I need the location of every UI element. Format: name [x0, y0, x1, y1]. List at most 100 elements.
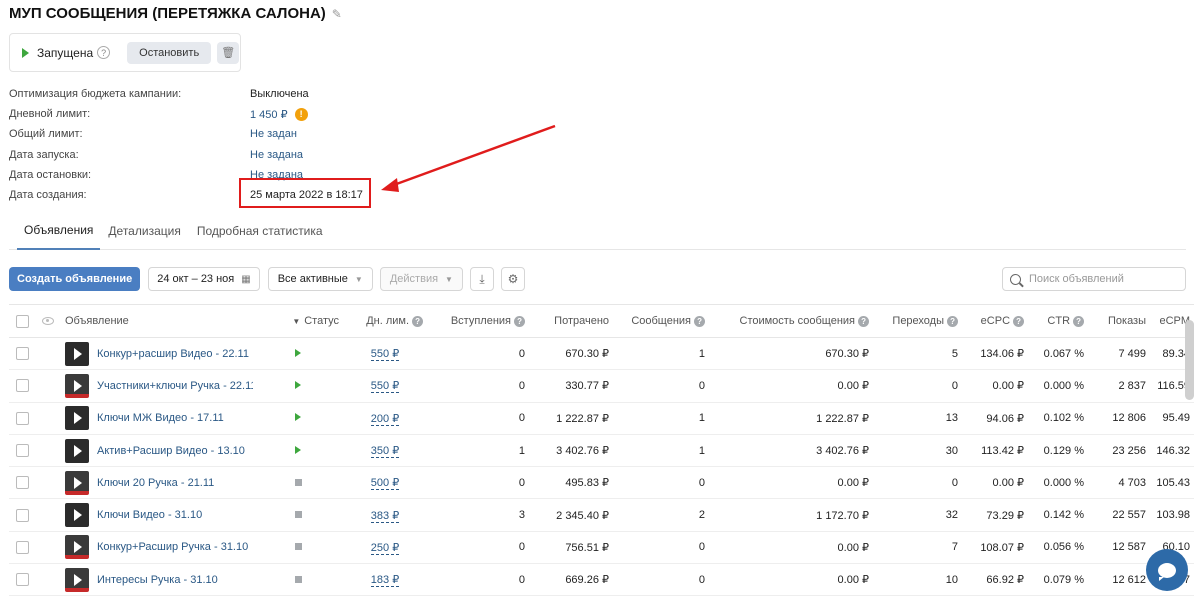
- table-row: Участники+ключи Ручка - 22.11 550 ₽0 330.7…: [9, 369, 1195, 403]
- row-clicks: 0: [873, 466, 963, 500]
- chat-button[interactable]: [1146, 549, 1188, 591]
- help-icon[interactable]: ?: [858, 315, 870, 327]
- col-ecpc[interactable]: eCPC?: [962, 304, 1029, 338]
- ad-thumbnail[interactable]: [65, 341, 89, 366]
- ad-thumbnail[interactable]: [65, 503, 89, 528]
- create-ad-button[interactable]: Создать объявление: [9, 267, 141, 291]
- col-daily-limit[interactable]: Дн. лим.?: [343, 304, 428, 338]
- row-checkbox[interactable]: [15, 476, 29, 490]
- ad-name-link[interactable]: Конкур+расшир Видео - 22.11: [97, 348, 249, 360]
- ad-thumbnail[interactable]: [65, 406, 89, 431]
- row-ctr: 0.129 %: [1028, 434, 1089, 468]
- tab-detailing[interactable]: Детализация: [100, 212, 188, 250]
- tab-detailed-stats[interactable]: Подробная статистика: [189, 212, 331, 250]
- status-stopped-icon: [294, 543, 302, 551]
- col-status[interactable]: ▼ Статус: [253, 304, 344, 338]
- row-status-cell[interactable]: [253, 402, 344, 435]
- daily-limit-link[interactable]: 183 ₽: [370, 574, 400, 588]
- daily-limit-value[interactable]: 1 450 ₽: [250, 108, 288, 121]
- row-ecpc: 134.06 ₽: [962, 337, 1029, 371]
- ad-name-link[interactable]: Актив+Расшир Видео - 13.10: [97, 445, 245, 457]
- chevron-down-icon: ▼: [354, 274, 363, 284]
- row-spent: 3 402.76 ₽: [529, 434, 614, 468]
- daily-limit-link[interactable]: 550 ₽: [370, 348, 400, 362]
- col-joins[interactable]: Вступления?: [427, 304, 530, 338]
- ad-thumbnail[interactable]: [65, 535, 89, 560]
- ad-name-link[interactable]: Конкур+Расшир Ручка - 31.10: [97, 541, 248, 553]
- daily-limit-link[interactable]: 250 ₽: [370, 541, 400, 555]
- daily-limit-link[interactable]: 500 ₽: [370, 477, 400, 491]
- info-row-budget-optimization: Оптимизация бюджета кампании: Выключена: [9, 84, 363, 104]
- help-icon[interactable]: ?: [514, 315, 526, 327]
- row-checkbox[interactable]: [15, 379, 29, 393]
- download-icon[interactable]: ⤓: [469, 267, 494, 291]
- row-select-cell: [9, 531, 35, 565]
- row-checkbox[interactable]: [15, 508, 29, 522]
- row-ctr: 0.102 %: [1028, 402, 1089, 435]
- help-icon[interactable]: ?: [97, 46, 111, 59]
- select-all-cell: [9, 304, 35, 338]
- date-range-picker[interactable]: 24 окт – 23 ноя ▦: [148, 267, 260, 291]
- daily-limit-link[interactable]: 383 ₽: [370, 509, 400, 523]
- row-checkbox[interactable]: [15, 347, 29, 361]
- ad-name-link[interactable]: Интересы Ручка - 31.10: [97, 574, 218, 586]
- row-status-cell[interactable]: [253, 434, 344, 468]
- ad-name-link[interactable]: Ключи 20 Ручка - 21.11: [97, 477, 214, 489]
- row-shows: 7 499: [1088, 337, 1151, 371]
- help-icon[interactable]: ?: [694, 315, 706, 327]
- tab-bar: Объявления Детализация Подробная статист…: [9, 212, 1186, 250]
- scrollbar[interactable]: [1185, 320, 1194, 400]
- row-thumb-cell: [61, 337, 93, 371]
- col-spent[interactable]: Потрачено: [529, 304, 614, 338]
- row-status-cell[interactable]: [253, 563, 344, 597]
- warning-icon[interactable]: !: [294, 107, 308, 121]
- actions-dropdown[interactable]: Действия ▼: [379, 267, 463, 291]
- row-shows: 2 837: [1088, 369, 1151, 403]
- row-checkbox[interactable]: [15, 411, 29, 425]
- gear-icon[interactable]: ⚙: [500, 267, 525, 291]
- start-date-value[interactable]: Не задана: [250, 149, 303, 161]
- stop-button[interactable]: Остановить: [127, 41, 212, 64]
- row-spent: 495.83 ₽: [529, 466, 614, 500]
- total-limit-value[interactable]: Не задан: [250, 128, 297, 140]
- col-msg-cost[interactable]: Стоимость сообщения?: [709, 304, 874, 338]
- col-ctr[interactable]: CTR?: [1028, 304, 1089, 338]
- row-status-cell[interactable]: [253, 337, 344, 371]
- ad-thumbnail[interactable]: [65, 567, 89, 592]
- col-messages[interactable]: Сообщения?: [613, 304, 710, 338]
- col-clicks[interactable]: Переходы?: [873, 304, 963, 338]
- help-icon[interactable]: ?: [1013, 315, 1025, 327]
- ad-thumbnail[interactable]: [65, 373, 89, 398]
- col-ad[interactable]: Объявление: [61, 304, 254, 338]
- daily-limit-link[interactable]: 550 ₽: [370, 380, 400, 394]
- help-icon[interactable]: ?: [1073, 315, 1085, 327]
- info-value-wrap: 1 450 ₽ !: [250, 107, 308, 121]
- status-filter-dropdown[interactable]: Все активные ▼: [267, 267, 373, 291]
- row-status-cell[interactable]: [253, 531, 344, 565]
- row-status-cell[interactable]: [253, 369, 344, 403]
- daily-limit-link[interactable]: 200 ₽: [370, 412, 400, 426]
- row-status-cell[interactable]: [253, 466, 344, 500]
- trash-icon[interactable]: 🗑: [217, 41, 240, 64]
- row-checkbox[interactable]: [15, 540, 29, 554]
- ad-name-link[interactable]: Ключи МЖ Видео - 17.11: [97, 412, 224, 424]
- pencil-icon[interactable]: ✎: [332, 7, 342, 21]
- help-icon[interactable]: ?: [947, 315, 959, 327]
- ad-name-link[interactable]: Участники+ключи Ручка - 22.11: [97, 380, 253, 392]
- row-checkbox[interactable]: [15, 444, 29, 458]
- ad-name-link[interactable]: Ключи Видео - 31.10: [97, 509, 202, 521]
- highlight-annotation-box: [239, 178, 371, 208]
- eye-icon[interactable]: [42, 317, 54, 326]
- select-all-checkbox[interactable]: [15, 314, 29, 328]
- daily-limit-link[interactable]: 350 ₽: [370, 445, 400, 459]
- help-icon[interactable]: ?: [412, 315, 424, 327]
- row-status-cell[interactable]: [253, 498, 344, 532]
- col-shows[interactable]: Показы: [1088, 304, 1151, 338]
- ad-thumbnail[interactable]: [65, 438, 89, 463]
- search-input[interactable]: [1029, 273, 1179, 285]
- ad-thumbnail[interactable]: [65, 470, 89, 495]
- tab-ads[interactable]: Объявления: [17, 212, 101, 250]
- row-checkbox[interactable]: [15, 573, 29, 587]
- ads-table: Объявление ▼ Статус Дн. лим.? Вступления?…: [9, 304, 1195, 597]
- row-empty-cell: [35, 466, 61, 500]
